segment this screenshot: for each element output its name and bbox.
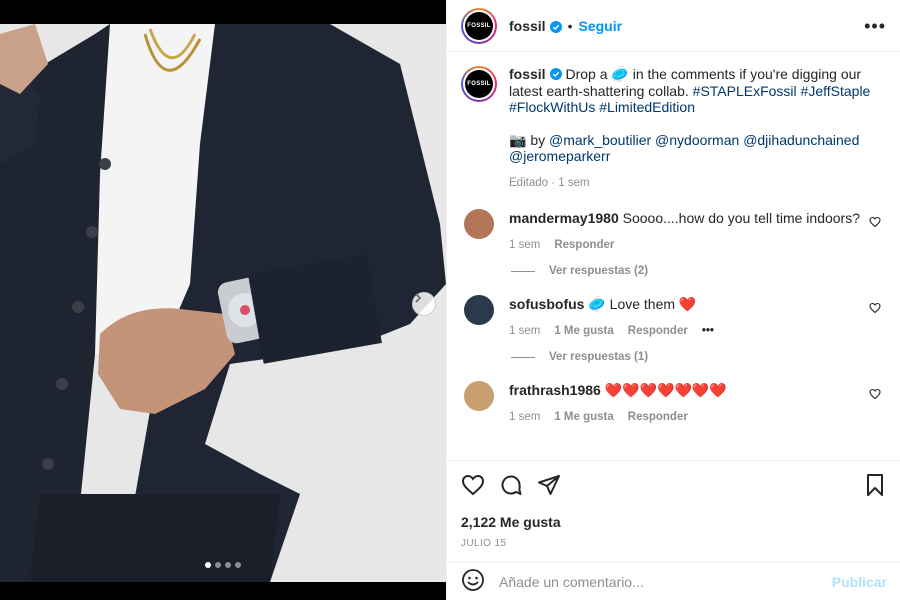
comment-meta: 1 sem Responder	[509, 239, 869, 251]
comment-item: frathrash1986 ❤️❤️❤️❤️❤️❤️❤️ 1 sem 1 Me …	[461, 381, 887, 423]
post-header: FOSSIL fossil • Seguir •••	[447, 0, 900, 52]
photo-credits: 📷 by @mark_boutilier @nydoorman @djihadu…	[509, 132, 887, 165]
comment-likes[interactable]: 1 Me gusta	[554, 411, 613, 423]
publish-button[interactable]: Publicar	[832, 574, 887, 590]
comment-time[interactable]: 1 sem	[509, 239, 540, 251]
comment-time[interactable]: 1 sem	[509, 325, 540, 337]
post-actions: 2,122 Me gusta JULIO 15	[447, 460, 900, 560]
comment-input[interactable]	[499, 573, 819, 590]
carousel-dot	[215, 562, 221, 568]
comment-username[interactable]: sofusbofus	[509, 296, 584, 312]
frisbee-emoji: 🥏	[611, 66, 629, 82]
likes-count[interactable]: 2,122 Me gusta	[461, 514, 887, 530]
hashtag-link[interactable]: #JeffStaple	[801, 83, 871, 99]
emoji-smiley-icon[interactable]	[461, 568, 485, 595]
comment-username[interactable]: frathrash1986	[509, 382, 601, 398]
comment-bubble-icon[interactable]	[499, 473, 523, 500]
hashtag-link[interactable]: #STAPLExFossil	[693, 83, 797, 99]
view-replies-button[interactable]: Ver respuestas (2)	[511, 265, 887, 277]
post-photo[interactable]	[0, 24, 446, 582]
heart-icon[interactable]	[869, 215, 881, 231]
comment-likes[interactable]: 1 Me gusta	[554, 325, 613, 337]
caption-avatar[interactable]: FOSSIL	[461, 66, 497, 102]
comment-item: sofusbofus 🥏 Love them ❤️ 1 sem 1 Me gus…	[461, 295, 887, 337]
separator-dot: •	[567, 17, 573, 34]
post-media	[0, 0, 446, 600]
view-replies-button[interactable]: Ver respuestas (1)	[511, 351, 887, 363]
comment-meta: 1 sem 1 Me gusta Responder	[509, 411, 869, 423]
comment-time[interactable]: 1 sem	[509, 411, 540, 423]
comment-item: mandermay1980 Soooo....how do you tell t…	[461, 209, 887, 251]
reply-button[interactable]: Responder	[554, 239, 614, 251]
carousel-dot	[235, 562, 241, 568]
reply-button[interactable]: Responder	[628, 325, 688, 337]
add-comment-bar: Publicar	[447, 562, 900, 600]
camera-emoji: 📷 by	[509, 131, 549, 148]
verified-badge-icon	[549, 67, 562, 80]
mention-link[interactable]: @jeromeparkerr	[509, 148, 610, 164]
fossil-logo: FOSSIL	[465, 70, 493, 98]
commenter-avatar[interactable]	[464, 295, 494, 325]
like-heart-icon[interactable]	[461, 473, 485, 500]
carousel-next-button[interactable]	[412, 292, 436, 316]
carousel-dot	[205, 562, 211, 568]
comment-text: sofusbofus 🥏 Love them ❤️	[509, 296, 697, 312]
comment-username[interactable]: mandermay1980	[509, 210, 619, 226]
mention-link[interactable]: @nydoorman	[655, 132, 739, 148]
commenter-avatar[interactable]	[464, 209, 494, 239]
commenter-avatar[interactable]	[464, 381, 494, 411]
bookmark-icon[interactable]	[863, 473, 887, 500]
caption-username[interactable]: fossil	[509, 66, 546, 82]
comment-more-icon[interactable]: •••	[702, 325, 714, 337]
reply-button[interactable]: Responder	[628, 411, 688, 423]
heart-icon[interactable]	[869, 387, 881, 403]
more-options-icon[interactable]: •••	[864, 17, 886, 35]
hashtag-link[interactable]: #LimitedEdition	[599, 99, 695, 115]
caption-text: fossil Drop a 🥏 in the comments if you'r…	[509, 66, 871, 115]
comment-text: frathrash1986 ❤️❤️❤️❤️❤️❤️❤️	[509, 382, 727, 398]
share-paper-plane-icon[interactable]	[537, 473, 561, 500]
follow-button[interactable]: Seguir	[578, 18, 622, 34]
mention-link[interactable]: @mark_boutilier	[549, 132, 651, 148]
caption-meta: Editado · 1 sem	[509, 176, 590, 189]
post-panel: FOSSIL fossil • Seguir ••• FOSSIL fossil…	[446, 0, 900, 600]
mention-link[interactable]: @djihadunchained	[743, 132, 859, 148]
post-date[interactable]: JULIO 15	[461, 538, 887, 549]
hashtag-link[interactable]: #FlockWithUs	[509, 99, 595, 115]
comments-list[interactable]: FOSSIL fossil Drop a 🥏 in the comments i…	[447, 52, 900, 460]
heart-icon[interactable]	[869, 301, 881, 317]
avatar[interactable]: FOSSIL	[461, 7, 497, 44]
carousel-dot	[225, 562, 231, 568]
verified-badge-icon	[549, 20, 562, 33]
post-author-username[interactable]: fossil	[509, 18, 546, 34]
carousel-indicator	[0, 562, 446, 568]
post-caption: FOSSIL fossil Drop a 🥏 in the comments i…	[461, 66, 887, 191]
comment-text: mandermay1980 Soooo....how do you tell t…	[509, 210, 861, 226]
fossil-logo: FOSSIL	[465, 11, 493, 40]
comment-meta: 1 sem 1 Me gusta Responder •••	[509, 325, 869, 337]
